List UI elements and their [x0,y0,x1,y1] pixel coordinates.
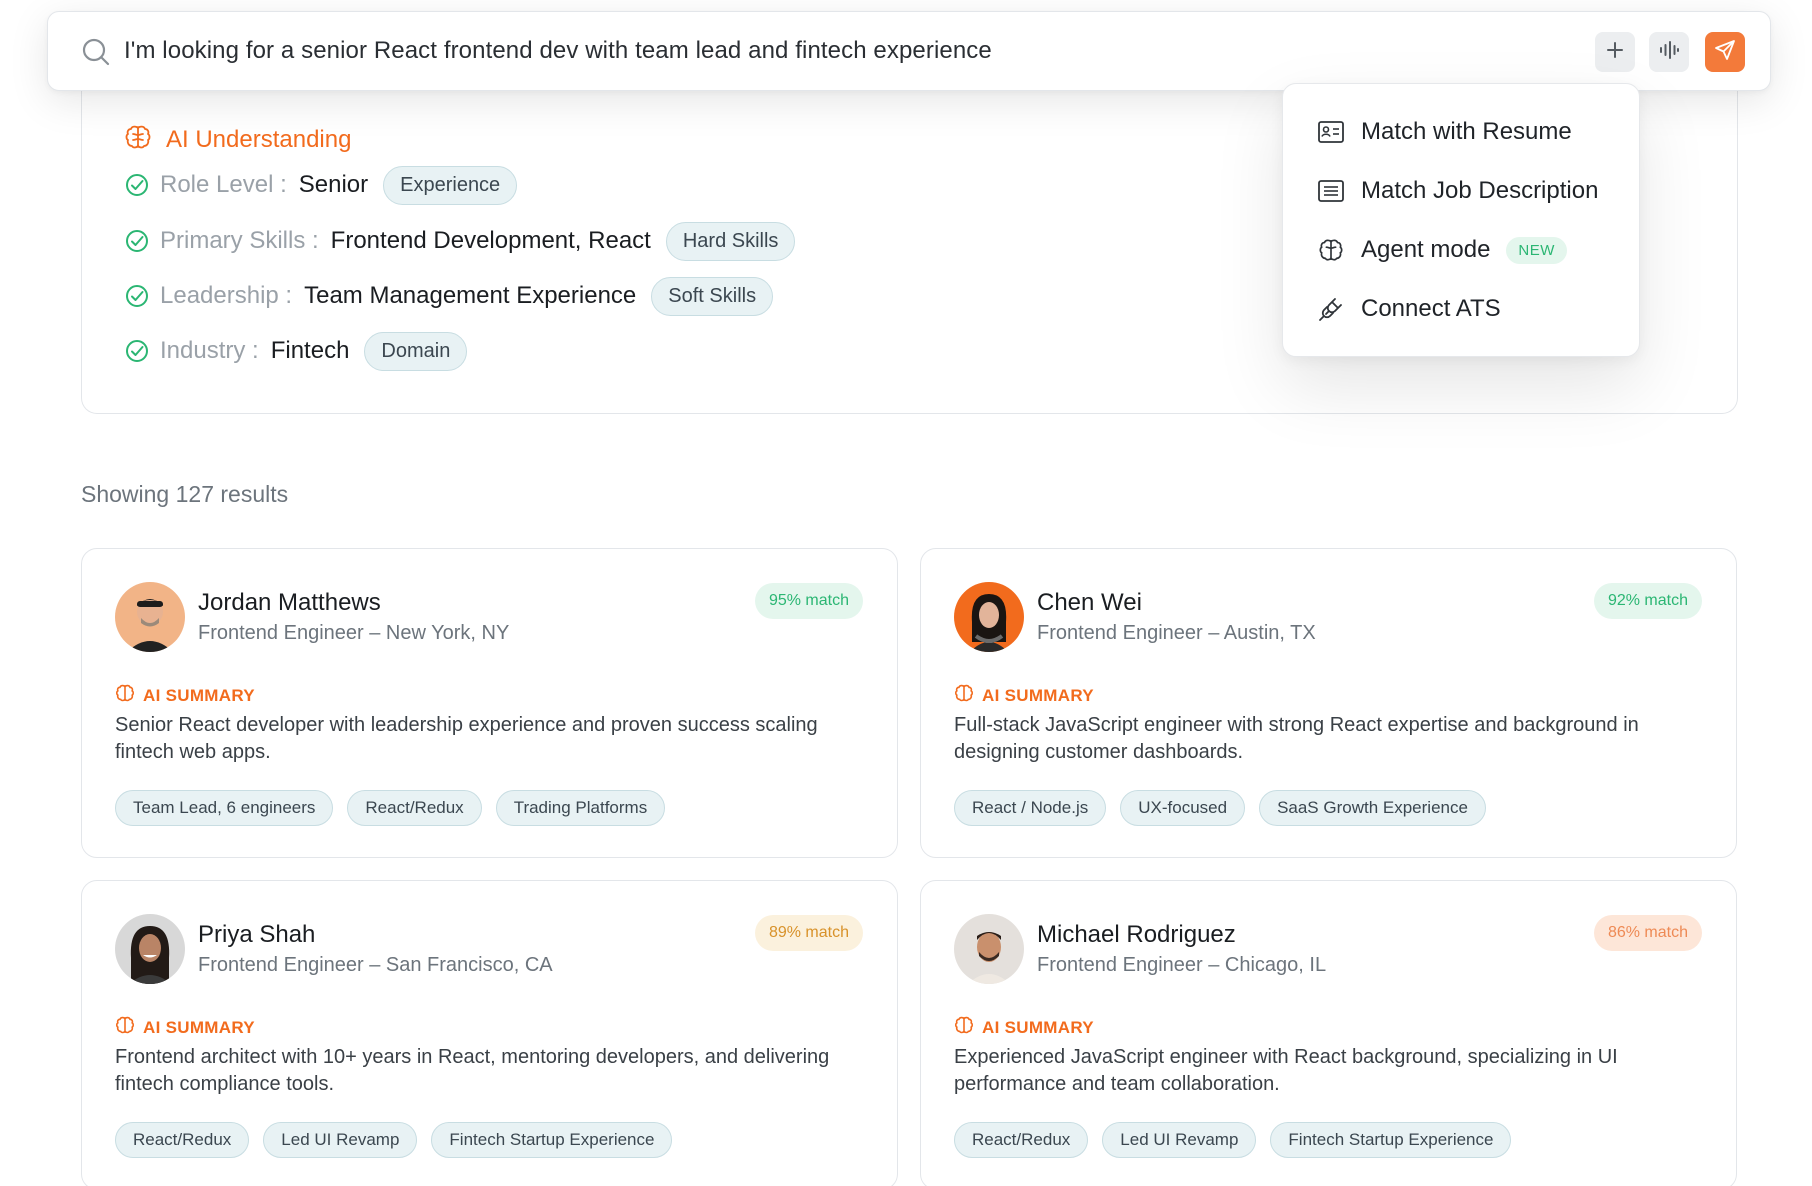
candidate-summary: Senior React developer with leadership e… [115,714,818,763]
ai-understanding-header: AI Understanding [124,123,351,156]
brain-icon [954,683,974,708]
ai-summary-header: AI SUMMARY [115,1015,255,1040]
skill-chips: React/Redux Led UI Revamp Fintech Startu… [954,1122,1512,1158]
new-badge: NEW [1506,236,1567,264]
menu-item-label: Match with Resume [1361,118,1572,145]
check-circle-icon [124,172,150,198]
candidate-role: Frontend Engineer – San Francisco, CA [198,954,553,976]
plug-icon [1317,295,1345,323]
candidate-card[interactable]: Jordan Matthews Frontend Engineer – New … [81,548,898,858]
candidate-name[interactable]: Jordan Matthews [198,589,381,617]
candidate-role: Frontend Engineer – Chicago, IL [1037,954,1327,976]
menu-item-label: Agent mode [1361,236,1491,263]
send-icon [1714,39,1736,66]
add-options-menu: Match with Resume Match Job Description … [1282,83,1640,357]
candidate-card[interactable]: Michael Rodriguez Frontend Engineer – Ch… [920,880,1737,1186]
skill-chips: React / Node.js UX-focused SaaS Growth E… [954,790,1486,826]
plus-icon [1605,40,1625,65]
criterion-tag: Soft Skills [651,276,774,316]
ai-summary-header: AI SUMMARY [954,683,1094,708]
criterion-role-level: Role Level : Senior Experience [124,165,518,205]
criterion-value: Frontend Development, React [330,227,651,254]
avatar [115,914,185,984]
voice-button[interactable] [1649,32,1689,72]
candidate-name[interactable]: Priya Shah [198,921,315,949]
brain-icon [954,1015,974,1040]
criterion-tag: Experience [383,165,518,205]
ai-summary-header: AI SUMMARY [115,683,255,708]
skill-chip: React/Redux [115,1122,250,1158]
skill-chip: Led UI Revamp [1102,1122,1257,1158]
add-button[interactable] [1595,32,1635,72]
menu-item-label: Connect ATS [1361,295,1501,322]
search-bar[interactable]: I'm looking for a senior React frontend … [47,11,1771,91]
criterion-leadership: Leadership : Team Management Experience … [124,276,774,316]
brain-icon [1317,236,1345,264]
candidate-summary: Frontend architect with 10+ years in Rea… [115,1046,830,1095]
skill-chip: React/Redux [954,1122,1089,1158]
criterion-label: Primary Skills : [160,227,319,254]
criterion-label: Industry : [160,337,259,364]
candidate-role: Frontend Engineer – New York, NY [198,622,510,644]
voice-icon [1658,39,1680,66]
criterion-tag: Domain [364,331,468,371]
criterion-label: Role Level : [160,171,287,198]
brain-icon [124,123,152,156]
skill-chip: Fintech Startup Experience [431,1122,673,1158]
menu-item-match-job-description[interactable]: Match Job Description [1317,171,1598,211]
ai-understanding-title: AI Understanding [166,125,352,153]
search-input[interactable]: I'm looking for a senior React frontend … [124,37,992,65]
match-badge: 89% match [754,915,863,951]
document-icon [1317,177,1345,205]
skill-chip: React/Redux [347,790,482,826]
brain-icon [115,1015,135,1040]
match-badge: 92% match [1593,583,1702,619]
resume-icon [1317,118,1345,146]
ai-summary-label: AI SUMMARY [982,685,1094,705]
candidate-summary: Experienced JavaScript engineer with Rea… [954,1046,1618,1095]
check-circle-icon [124,283,150,309]
candidate-role: Frontend Engineer – Austin, TX [1037,622,1316,644]
skill-chip: Trading Platforms [495,790,666,826]
check-circle-icon [124,338,150,364]
skill-chips: Team Lead, 6 engineers React/Redux Tradi… [115,790,666,826]
avatar [954,914,1024,984]
ai-summary-label: AI SUMMARY [143,685,255,705]
criterion-value: Fintech [270,337,350,364]
criterion-primary-skills: Primary Skills : Frontend Development, R… [124,221,796,261]
menu-item-match-resume[interactable]: Match with Resume [1317,112,1572,152]
ai-summary-header: AI SUMMARY [954,1015,1094,1040]
skill-chips: React/Redux Led UI Revamp Fintech Startu… [115,1122,673,1158]
ai-summary-label: AI SUMMARY [982,1017,1094,1037]
send-button[interactable] [1705,32,1745,72]
skill-chip: SaaS Growth Experience [1259,790,1486,826]
candidate-summary: Full-stack JavaScript engineer with stro… [954,714,1639,763]
avatar [954,582,1024,652]
brain-icon [115,683,135,708]
skill-chip: React / Node.js [954,790,1107,826]
search-icon [80,36,112,68]
skill-chip: UX-focused [1120,790,1246,826]
skill-chip: Fintech Startup Experience [1270,1122,1512,1158]
menu-item-agent-mode[interactable]: Agent mode NEW [1317,230,1567,270]
criterion-value: Team Management Experience [304,282,637,309]
candidate-card[interactable]: Priya Shah Frontend Engineer – San Franc… [81,880,898,1186]
match-badge: 95% match [754,583,863,619]
menu-item-connect-ats[interactable]: Connect ATS [1317,289,1501,329]
criterion-value: Senior [298,171,369,198]
ai-summary-label: AI SUMMARY [143,1017,255,1037]
skill-chip: Team Lead, 6 engineers [115,790,334,826]
match-badge: 86% match [1593,915,1702,951]
criterion-label: Leadership : [160,282,293,309]
skill-chip: Led UI Revamp [263,1122,418,1158]
check-circle-icon [124,228,150,254]
candidate-name[interactable]: Chen Wei [1037,589,1142,617]
menu-item-label: Match Job Description [1361,177,1599,204]
candidate-name[interactable]: Michael Rodriguez [1037,921,1236,949]
criterion-tag: Hard Skills [665,221,796,261]
criterion-industry: Industry : Fintech Domain [124,331,468,371]
candidate-card[interactable]: Chen Wei Frontend Engineer – Austin, TX … [920,548,1737,858]
avatar [115,582,185,652]
results-count: Showing 127 results [81,481,289,507]
